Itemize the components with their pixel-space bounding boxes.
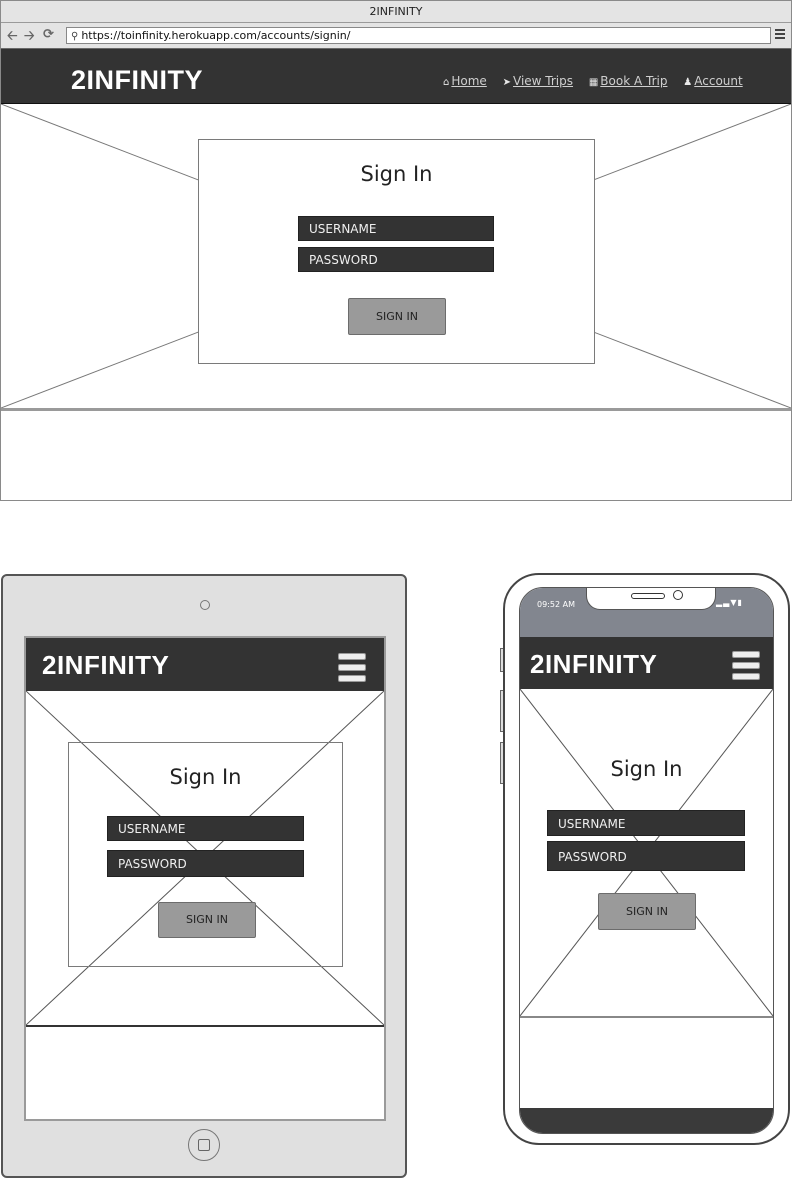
hero-image-placeholder: Sign In USERNAME PASSWORD SIGN IN (26, 691, 384, 1027)
forward-arrow-icon[interactable]: 🡢 (24, 27, 35, 49)
desktop-browser-mockup: 2INFINITY 🡠 🡢 ⟳ ⚲ https://toinfinity.hero… (0, 0, 792, 501)
back-arrow-icon[interactable]: 🡠 (7, 27, 18, 49)
phone-notch (586, 588, 716, 610)
status-time: 09:52 AM (537, 600, 575, 609)
main-nav: ⌂ Home ➤ View Trips ▦ Book A Trip ♟ Account (443, 74, 755, 88)
phone-mockup: 09:52 AM ▂▃▼▮ 2INFINITY Sign In USERNAME… (503, 573, 790, 1145)
signin-button[interactable]: SIGN IN (158, 902, 256, 938)
home-icon: ⌂ (443, 77, 450, 88)
phone-bottom-bar (520, 1108, 773, 1133)
tablet-mockup: 2INFINITY Sign In USERNAME PASSWORD SIGN… (1, 574, 407, 1178)
signin-card: Sign In USERNAME PASSWORD SIGN IN (68, 742, 343, 967)
nav-account[interactable]: Account (694, 74, 742, 88)
search-icon: ⚲ (71, 31, 79, 42)
password-input[interactable]: PASSWORD (298, 247, 494, 272)
username-input[interactable]: USERNAME (298, 216, 494, 241)
site-logo[interactable]: 2INFINITY (530, 649, 657, 680)
rocket-icon: ➤ (502, 77, 512, 88)
nav-home[interactable]: Home (451, 74, 486, 88)
reload-icon[interactable]: ⟳ (43, 27, 54, 42)
password-input[interactable]: PASSWORD (107, 850, 304, 877)
calendar-icon: ▦ (588, 77, 599, 88)
tablet-screen: 2INFINITY Sign In USERNAME PASSWORD SIGN… (24, 636, 386, 1121)
hamburger-menu-icon[interactable] (775, 29, 785, 41)
user-icon: ♟ (683, 77, 693, 88)
site-logo[interactable]: 2INFINITY (42, 650, 169, 681)
signin-title: Sign In (610, 757, 683, 781)
camera-icon (200, 600, 210, 610)
home-button-icon[interactable] (188, 1129, 220, 1161)
url-text: https://toinfinity.herokuapp.com/account… (81, 29, 351, 42)
footer-placeholder (520, 1018, 773, 1108)
hamburger-menu-icon[interactable] (732, 651, 760, 684)
username-input[interactable]: USERNAME (547, 810, 745, 836)
username-input[interactable]: USERNAME (107, 816, 304, 841)
hero-image-placeholder: Sign In USERNAME PASSWORD SIGN IN (520, 689, 773, 1018)
site-header: 2INFINITY (520, 637, 773, 689)
signal-icon: ▂▃ (716, 598, 731, 607)
speaker-icon (631, 593, 665, 599)
camera-icon (673, 590, 683, 600)
window-title: 2INFINITY (1, 1, 791, 23)
hamburger-menu-icon[interactable] (338, 653, 366, 686)
site-header: 2INFINITY (26, 638, 384, 691)
site-logo[interactable]: 2INFINITY (71, 65, 203, 96)
phone-screen: 09:52 AM ▂▃▼▮ 2INFINITY Sign In USERNAME… (519, 587, 774, 1134)
signin-card: Sign In USERNAME PASSWORD SIGN IN (198, 139, 595, 364)
footer-placeholder (1, 410, 791, 500)
nav-view-trips[interactable]: View Trips (513, 74, 573, 88)
signin-title: Sign In (169, 765, 242, 789)
battery-icon: ▮ (737, 598, 743, 607)
signin-title: Sign In (360, 162, 433, 186)
address-bar: 🡠 🡢 ⟳ ⚲ https://toinfinity.herokuapp.com/… (1, 23, 791, 49)
url-input[interactable]: ⚲ https://toinfinity.herokuapp.com/accoun… (66, 27, 771, 44)
signin-button[interactable]: SIGN IN (348, 298, 446, 335)
signin-button[interactable]: SIGN IN (598, 893, 696, 930)
nav-book-a-trip[interactable]: Book A Trip (600, 74, 667, 88)
password-input[interactable]: PASSWORD (547, 841, 745, 871)
footer-placeholder (26, 1027, 384, 1119)
